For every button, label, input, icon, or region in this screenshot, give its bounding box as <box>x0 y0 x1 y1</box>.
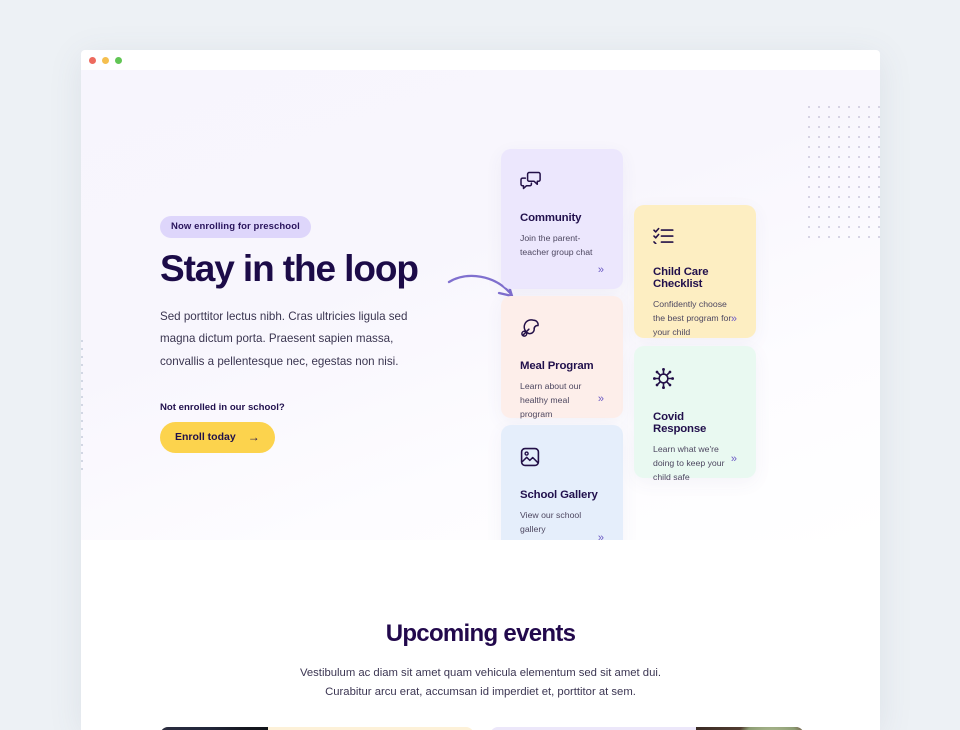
dotted-rule-decoration <box>81 340 83 472</box>
chevron-right-icon[interactable]: » <box>731 314 737 325</box>
feature-card-description: Learn about our healthy meal program <box>520 381 582 420</box>
maximize-window-button[interactable] <box>115 56 122 64</box>
feature-card-description: Join the parent-teacher group chat <box>520 233 593 258</box>
checklist-icon <box>653 227 737 249</box>
feature-card-child-care-checklist[interactable]: Child Care Checklist Confidently choose … <box>634 205 756 338</box>
section-subtitle-line-2: Curabitur arcu erat, accumsan id imperdi… <box>325 686 636 699</box>
feature-card-title: Community <box>520 212 582 224</box>
page-title: Stay in the loop <box>160 248 419 289</box>
enrolling-badge: Now enrolling for preschool <box>160 216 311 238</box>
drumstick-icon <box>520 318 604 343</box>
feature-card-title: Covid Response <box>653 411 707 435</box>
hero-section: Now enrolling for preschool Stay in the … <box>81 70 880 557</box>
feature-card-title: Meal Program <box>520 360 594 372</box>
feature-card-title: School Gallery <box>520 489 598 501</box>
feature-card-description: View our school gallery <box>520 510 582 535</box>
feature-card-meal-program[interactable]: Meal Program Learn about our healthy mea… <box>501 296 623 420</box>
arrow-right-icon: → <box>247 429 260 444</box>
image-icon <box>520 447 604 472</box>
enroll-button-label: Enroll today <box>175 430 236 443</box>
feature-card-school-gallery[interactable]: School Gallery View our school gallery » <box>501 425 623 557</box>
feature-card-description: Confidently choose the best program for … <box>653 299 732 338</box>
virus-icon <box>653 368 737 394</box>
chat-bubbles-icon <box>520 171 604 195</box>
section-title: Upcoming events <box>385 620 576 647</box>
browser-titlebar <box>81 50 880 70</box>
minimize-window-button[interactable] <box>102 56 109 64</box>
hero-copy: Now enrolling for preschool Stay in the … <box>160 216 450 453</box>
feature-card-title: Child Care Checklist <box>653 266 709 290</box>
browser-window: Now enrolling for preschool Stay in the … <box>81 50 880 730</box>
feature-card-description: Learn what we're doing to keep your chil… <box>653 444 725 483</box>
section-subtitle-line-1: Vestibulum ac diam sit amet quam vehicul… <box>299 667 662 679</box>
chevron-right-icon[interactable]: » <box>731 454 737 465</box>
dot-grid-decoration <box>804 102 880 244</box>
upcoming-events-section: Upcoming events Vestibulum ac diam sit a… <box>81 540 880 730</box>
hero-description: Sed porttitor lectus nibh. Cras ultricie… <box>160 309 408 369</box>
close-window-button[interactable] <box>89 56 96 64</box>
cta-prompt-label: Not enrolled in our school? <box>160 401 285 413</box>
feature-card-community[interactable]: Community Join the parent-teacher group … <box>501 149 623 289</box>
chevron-right-icon[interactable]: » <box>598 394 604 405</box>
chevron-right-icon[interactable]: » <box>598 265 604 276</box>
section-subtitle: Vestibulum ac diam sit amet quam vehicul… <box>81 664 880 703</box>
enroll-today-button[interactable]: Enroll today → <box>160 421 275 453</box>
feature-card-covid-response[interactable]: Covid Response Learn what we're doing to… <box>634 346 756 482</box>
